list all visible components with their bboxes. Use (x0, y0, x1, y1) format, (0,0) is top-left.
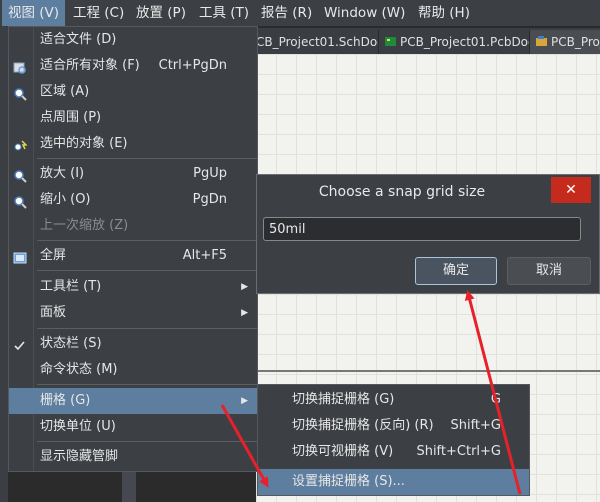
menu-item-command-status[interactable]: 命令状态 (M) (9, 357, 257, 383)
menu-tools[interactable]: 工具 (T) (193, 0, 255, 26)
zoom-area-icon (13, 85, 27, 101)
tab-project-label: PCB_Proje (551, 35, 600, 49)
menu-item-label: 上一次缩放 (Z) (40, 218, 129, 233)
checkmark-icon (13, 337, 27, 351)
menu-item-label: 区域 (A) (40, 84, 90, 99)
submenu-arrow-icon: ▶ (241, 308, 248, 318)
menu-item-label: 面板 (40, 305, 67, 320)
menu-project[interactable]: 工程 (C) (67, 0, 130, 26)
menu-item-toolbars[interactable]: 工具栏 (T) ▶ (9, 274, 257, 300)
menu-item-label: 全屏 (40, 248, 67, 263)
menu-item-zoom-last: 上一次缩放 (Z) (9, 213, 257, 239)
submenu-item-set-snap-grid[interactable]: 设置捕捉栅格 (S)... (258, 469, 529, 495)
menu-item-panels[interactable]: 面板 ▶ (9, 300, 257, 326)
menu-item-label: 缩小 (O) (40, 192, 91, 207)
menu-item-label: 命令状态 (M) (40, 362, 118, 377)
menu-item-fit-document[interactable]: 适合文件 (D) (9, 27, 257, 53)
menu-separator (37, 240, 257, 241)
grid-size-input[interactable] (263, 217, 581, 241)
menu-item-shortcut: PgUp (193, 166, 227, 181)
menu-item-fit-all-objects[interactable]: 适合所有对象 (F) Ctrl+PgDn (9, 53, 257, 79)
menu-item-label: 工具栏 (T) (40, 279, 102, 294)
menu-item-status-bar[interactable]: 状态栏 (S) (9, 331, 257, 357)
menu-separator (37, 158, 257, 159)
menu-place[interactable]: 放置 (P) (130, 0, 192, 26)
submenu-item-label: 切换捕捉栅格 (反向) (R) (292, 418, 434, 433)
pcb-document-icon (385, 31, 396, 46)
ok-button[interactable]: 确定 (415, 257, 497, 285)
project-icon (536, 31, 547, 46)
cancel-button[interactable]: 取消 (507, 257, 591, 285)
tab-pcbdoc-label: PCB_Project01.PcbDoc (400, 35, 530, 49)
menu-item-label: 放大 (I) (40, 166, 85, 181)
menu-item-selected-objects[interactable]: 选中的对象 (E) (9, 131, 257, 157)
submenu-arrow-icon: ▶ (241, 282, 248, 292)
submenu-item-shortcut: G (490, 392, 501, 407)
menu-item-label: 点周围 (P) (40, 110, 102, 125)
menu-item-zoom-out[interactable]: 缩小 (O) PgDn (9, 187, 257, 213)
submenu-item-label: 切换可视栅格 (V) (292, 444, 394, 459)
view-menu: 适合文件 (D) 适合所有对象 (F) Ctrl+PgDn 区域 (A) 点周围… (8, 26, 258, 472)
menu-bar: 视图 (V) 工程 (C) 放置 (P) 工具 (T) 报告 (R) Windo… (0, 0, 600, 27)
menu-item-around-point[interactable]: 点周围 (P) (9, 105, 257, 131)
tab-schdoc[interactable]: CB_Project01.SchDoc (256, 30, 379, 54)
menu-item-label: 适合文件 (D) (40, 32, 117, 47)
zoom-in-icon (13, 167, 27, 183)
submenu-arrow-icon: ▶ (241, 396, 248, 406)
dialog-title: Choose a snap grid size (318, 184, 486, 200)
menu-item-shortcut: PgDn (192, 192, 227, 207)
submenu-item-label: 设置捕捉栅格 (S)... (292, 474, 405, 489)
grid-submenu: 切换捕捉栅格 (G) G 切换捕捉栅格 (反向) (R) Shift+G 切换可… (257, 384, 530, 496)
menu-item-label: 显示隐藏管脚 (40, 449, 119, 464)
menu-item-full-screen[interactable]: 全屏 Alt+F5 (9, 243, 257, 269)
menu-item-zoom-in[interactable]: 放大 (I) PgUp (9, 161, 257, 187)
menu-item-shortcut: Alt+F5 (182, 248, 227, 263)
menu-item-label: 切换单位 (U) (40, 419, 116, 434)
menu-item-label: 状态栏 (S) (40, 336, 102, 351)
selected-objects-icon (13, 137, 28, 151)
tab-schdoc-label: CB_Project01.SchDoc (256, 35, 379, 49)
submenu-item-label: 切换捕捉栅格 (G) (292, 392, 395, 407)
submenu-item-shortcut: Shift+G (450, 418, 501, 433)
menu-separator (37, 270, 257, 271)
menu-item-label: 栅格 (G) (40, 393, 91, 408)
menu-item-shortcut: Ctrl+PgDn (158, 58, 227, 73)
menu-separator (37, 384, 257, 385)
full-screen-icon (13, 249, 27, 264)
menu-window[interactable]: Window (W) (318, 0, 411, 26)
menu-item-area[interactable]: 区域 (A) (9, 79, 257, 105)
zoom-out-icon (13, 193, 27, 209)
close-button[interactable]: ✕ (551, 177, 591, 203)
left-panel (0, 26, 8, 502)
menu-item-grids[interactable]: 栅格 (G) ▶ (9, 388, 257, 414)
menu-reports[interactable]: 报告 (R) (255, 0, 318, 26)
menu-help[interactable]: 帮助 (H) (412, 0, 476, 26)
menu-item-toggle-units[interactable]: 切换单位 (U) (9, 414, 257, 440)
tab-project[interactable]: PCB_Proje (530, 30, 600, 54)
menu-item-label: 选中的对象 (E) (40, 136, 128, 151)
submenu-item-toggle-visible-grid[interactable]: 切换可视栅格 (V) Shift+Ctrl+G (258, 439, 529, 465)
board-outline (256, 370, 600, 372)
close-icon: ✕ (565, 182, 577, 198)
menu-separator (37, 328, 257, 329)
fit-all-icon (13, 59, 27, 74)
submenu-item-shortcut: Shift+Ctrl+G (416, 444, 501, 459)
submenu-item-toggle-snap-grid-reverse[interactable]: 切换捕捉栅格 (反向) (R) Shift+G (258, 413, 529, 439)
tab-pcbdoc[interactable]: PCB_Project01.PcbDoc (379, 30, 530, 54)
menu-item-label: 适合所有对象 (F) (40, 58, 140, 73)
menu-item-show-hidden-pins[interactable]: 显示隐藏管脚 (9, 444, 257, 470)
snap-grid-dialog: Choose a snap grid size ✕ 确定 取消 (256, 174, 600, 294)
document-tabs: CB_Project01.SchDoc PCB_Project01.PcbDoc… (256, 28, 600, 54)
submenu-item-toggle-snap-grid[interactable]: 切换捕捉栅格 (G) G (258, 387, 529, 413)
menu-view[interactable]: 视图 (V) (2, 0, 66, 26)
menu-separator (37, 441, 257, 442)
